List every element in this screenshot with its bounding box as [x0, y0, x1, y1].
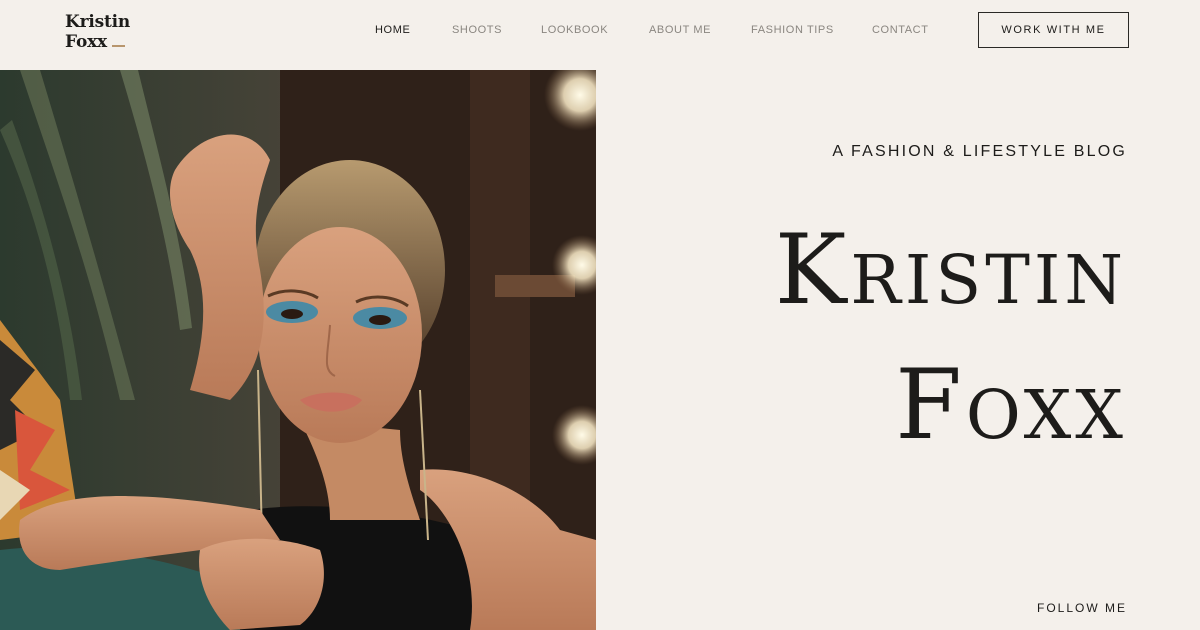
nav-item-home[interactable]: HOME [375, 24, 410, 36]
nav-item-about-me[interactable]: ABOUT ME [649, 24, 711, 36]
nav-item-lookbook[interactable]: LOOKBOOK [541, 24, 608, 36]
hero-portrait-photo [0, 70, 596, 630]
nav-item-fashion-tips[interactable]: FASHION TIPS [751, 24, 834, 36]
hero-tagline: A FASHION & LIFESTYLE BLOG [832, 143, 1127, 160]
site-header: Kristin Foxx HOME SHOOTS LOOKBOOK ABOUT … [0, 0, 1200, 70]
nav-item-shoots[interactable]: SHOOTS [452, 24, 502, 36]
logo-accent-dash [111, 45, 125, 47]
logo-line-1: Kristin [65, 12, 131, 32]
follow-me-link[interactable]: FOLLOW ME [1037, 601, 1127, 615]
nav-item-contact[interactable]: CONTACT [872, 24, 929, 36]
hero-name-line-2: Foxx [895, 349, 1127, 461]
logo-line-2: Foxx [65, 32, 107, 52]
work-with-me-button[interactable]: WORK WITH ME [978, 12, 1129, 48]
hero-name-line-1: Kristin [774, 214, 1127, 326]
portrait-illustration [0, 70, 596, 630]
site-logo[interactable]: Kristin Foxx [65, 12, 130, 52]
